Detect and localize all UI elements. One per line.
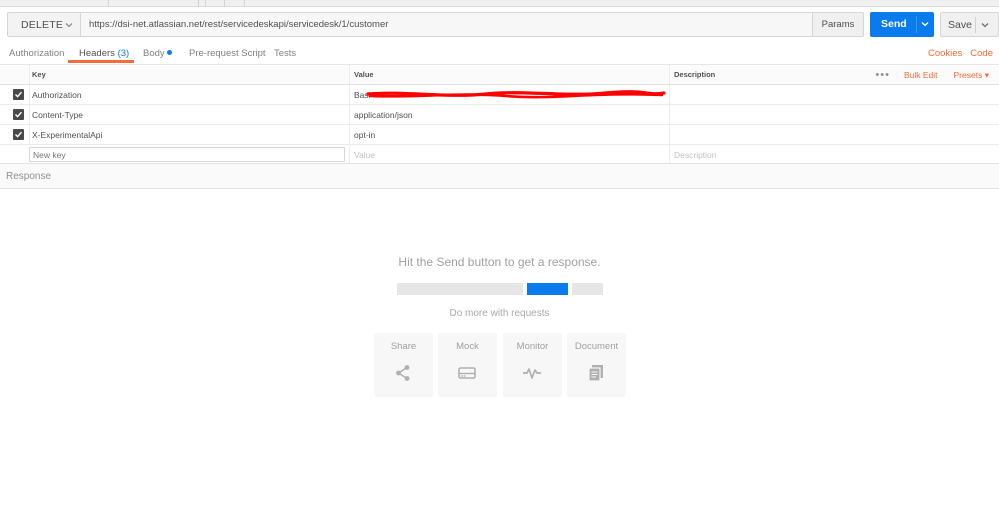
- params-button[interactable]: Params: [813, 12, 864, 37]
- tab-strip-divider: [198, 0, 199, 7]
- tab-authorization[interactable]: Authorization: [9, 48, 64, 65]
- monitor-pulse-icon: [523, 368, 541, 379]
- send-label: Send: [881, 18, 907, 30]
- document-card[interactable]: Document: [567, 333, 626, 397]
- placeholder-bar: [397, 283, 523, 295]
- send-button[interactable]: Send: [870, 12, 934, 37]
- request-bar: DELETE https://dsi-net.atlassian.net/res…: [7, 12, 864, 37]
- row-enabled-checkbox[interactable]: [13, 89, 24, 100]
- monitor-card[interactable]: Monitor: [503, 333, 562, 397]
- check-icon: [15, 131, 23, 138]
- new-description-input[interactable]: Description: [669, 145, 999, 164]
- tab-label: Headers: [79, 48, 115, 59]
- share-card[interactable]: Share: [374, 333, 433, 397]
- request-sub-tabs: Authorization Headers (3) Body Pre-reque…: [0, 44, 999, 65]
- header-value-cell[interactable]: opt-in: [349, 125, 669, 144]
- cookies-link[interactable]: Cookies: [928, 48, 962, 59]
- url-input[interactable]: https://dsi-net.atlassian.net/rest/servi…: [81, 12, 813, 37]
- header-key-cell[interactable]: X-ExperimentalApi: [29, 125, 347, 144]
- tab-body[interactable]: Body: [143, 48, 172, 65]
- save-label: Save: [948, 19, 972, 31]
- url-text: https://dsi-net.atlassian.net/rest/servi…: [89, 19, 389, 30]
- empty-response-message: Hit the Send button to get a response.: [398, 255, 601, 269]
- header-description-cell[interactable]: [669, 105, 999, 124]
- more-with-requests-label: Do more with requests: [449, 308, 550, 319]
- column-header-key: Key: [32, 70, 46, 79]
- request-links: Cookies Code: [920, 48, 993, 59]
- check-icon: [15, 111, 23, 118]
- save-button[interactable]: Save: [940, 12, 999, 37]
- response-title: Response: [6, 171, 52, 182]
- code-link[interactable]: Code: [970, 48, 993, 59]
- tab-strip-divider: [108, 0, 109, 7]
- new-key-input[interactable]: [29, 147, 345, 162]
- presets-label: Presets: [953, 69, 983, 80]
- tab-strip-divider: [244, 0, 245, 7]
- column-header-value: Value: [349, 65, 669, 84]
- method-label: DELETE: [21, 18, 64, 31]
- bulk-edit-link[interactable]: Bulk Edit: [904, 70, 938, 80]
- header-description-cell[interactable]: [669, 85, 999, 104]
- active-tab-underline: [68, 60, 134, 63]
- tab-tests[interactable]: Tests: [274, 48, 296, 65]
- save-divider: [975, 17, 976, 33]
- table-tools: ••• Bulk Edit Presets ▾: [875, 69, 989, 81]
- card-label: Document: [574, 341, 619, 352]
- new-value-input[interactable]: Value: [349, 145, 669, 164]
- header-value-cell[interactable]: application/json: [349, 105, 669, 124]
- tab-label: Pre-request Script: [189, 48, 266, 59]
- table-row: X-ExperimentalApi opt-in: [0, 125, 999, 145]
- header-key-cell[interactable]: Content-Type: [29, 105, 347, 124]
- table-row: Content-Type application/json: [0, 105, 999, 125]
- check-icon: [15, 91, 23, 98]
- card-label: Mock: [456, 341, 479, 352]
- mock-server-icon: [458, 367, 476, 379]
- document-icon: [588, 365, 603, 382]
- tab-label: Authorization: [9, 48, 65, 59]
- more-options-icon[interactable]: •••: [875, 69, 890, 81]
- card-label: Monitor: [516, 341, 549, 352]
- headers-count-badge: (3): [117, 48, 130, 59]
- table-header-row: Key Value Description ••• Bulk Edit Pres…: [0, 65, 999, 85]
- tab-strip-divider: [205, 0, 206, 7]
- new-header-row: Value Description: [0, 145, 999, 164]
- chevron-down-icon[interactable]: [980, 20, 990, 30]
- card-label: Share: [390, 341, 417, 352]
- tab-label: Body: [143, 48, 165, 59]
- response-bar: Response: [0, 163, 999, 189]
- header-key-cell[interactable]: Authorization: [29, 85, 347, 104]
- tab-pre-request-script[interactable]: Pre-request Script: [189, 48, 266, 65]
- redaction-scribble: [366, 90, 666, 99]
- method-select[interactable]: DELETE: [7, 12, 81, 37]
- params-label: Params: [821, 19, 855, 30]
- caret-down-icon: ▾: [984, 69, 989, 80]
- chevron-down-icon: [65, 23, 73, 28]
- presets-dropdown[interactable]: Presets ▾: [954, 70, 989, 81]
- mock-card[interactable]: Mock: [438, 333, 497, 397]
- placeholder-bar-accent: [527, 283, 568, 295]
- share-icon: [396, 365, 410, 381]
- placeholder-bar: [572, 283, 603, 295]
- row-enabled-checkbox[interactable]: [13, 109, 24, 120]
- row-enabled-checkbox[interactable]: [13, 129, 24, 140]
- request-tab-strip: [0, 0, 999, 7]
- chevron-down-icon[interactable]: [920, 19, 930, 29]
- send-divider: [916, 16, 917, 33]
- body-indicator-dot: [166, 50, 172, 55]
- tab-strip-divider: [224, 0, 225, 7]
- tab-label: Tests: [274, 48, 297, 59]
- header-description-cell[interactable]: [669, 125, 999, 144]
